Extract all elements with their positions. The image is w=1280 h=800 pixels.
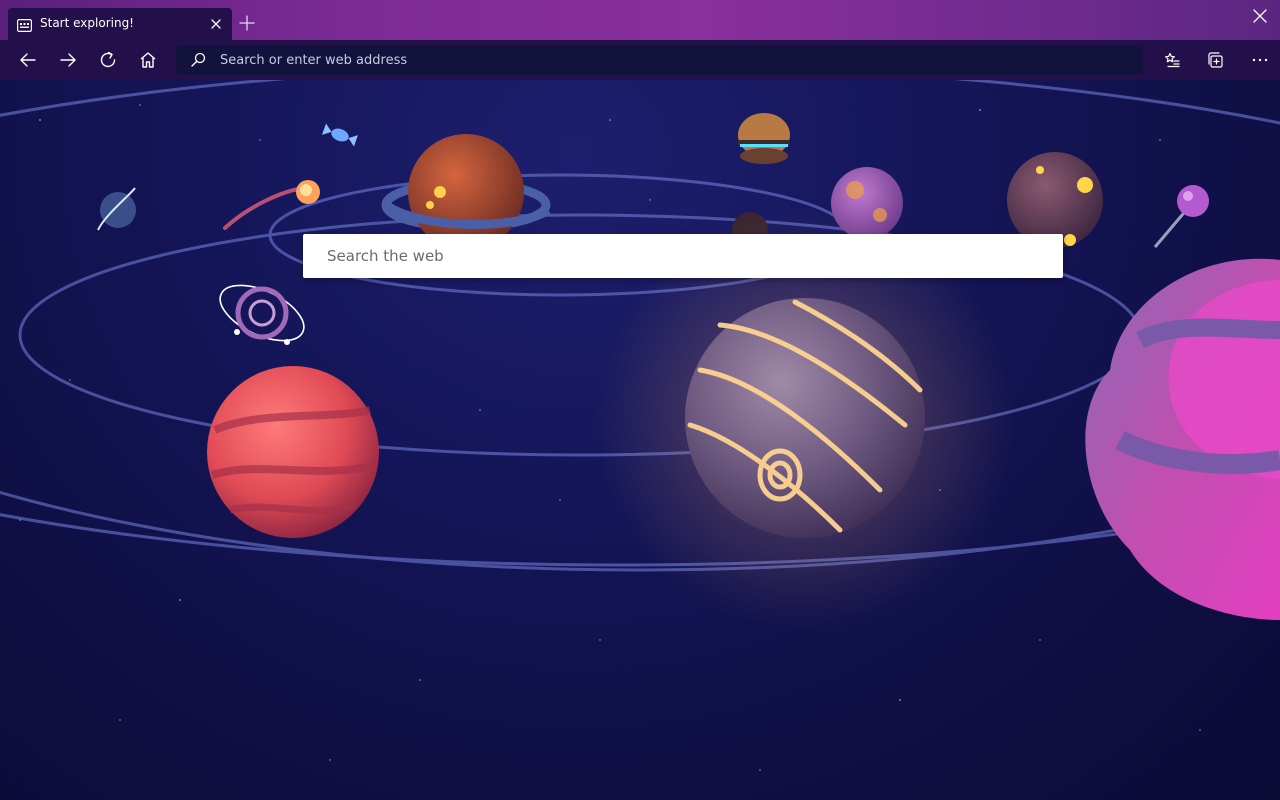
address-input[interactable] <box>220 45 1120 75</box>
more-ellipsis-icon[interactable] <box>1248 48 1272 72</box>
space-background-illustration <box>0 80 1280 771</box>
browser-tab[interactable]: Start exploring! <box>8 8 232 40</box>
arrow-left-icon[interactable] <box>16 48 40 72</box>
tab-title: Start exploring! <box>40 16 134 30</box>
home-icon[interactable] <box>136 48 160 72</box>
arrow-right-icon[interactable] <box>56 48 80 72</box>
refresh-icon[interactable] <box>96 48 120 72</box>
new-tab-page-icon <box>17 17 33 33</box>
title-bar: Start exploring! <box>0 0 1280 40</box>
navigation-toolbar <box>0 40 1280 80</box>
close-icon[interactable] <box>1251 7 1269 25</box>
plus-icon[interactable] <box>238 14 256 32</box>
search-icon <box>190 52 206 68</box>
favorites-list-icon[interactable] <box>1160 48 1184 72</box>
search-input[interactable] <box>327 234 1007 278</box>
new-tab-page <box>0 80 1280 800</box>
collections-icon[interactable] <box>1204 48 1228 72</box>
address-bar[interactable] <box>176 45 1143 75</box>
close-icon[interactable] <box>208 16 224 32</box>
web-search-box[interactable] <box>303 234 1063 278</box>
